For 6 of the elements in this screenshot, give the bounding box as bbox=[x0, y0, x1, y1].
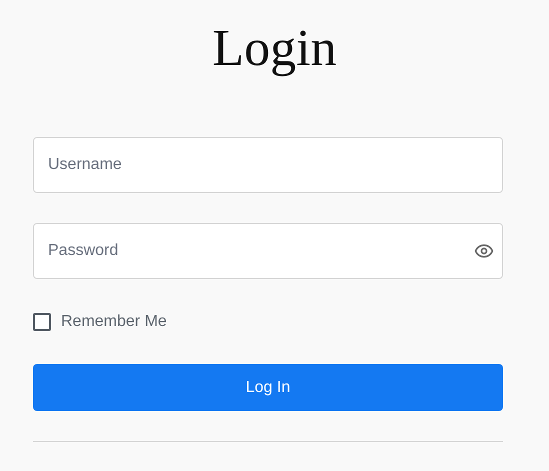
username-field[interactable]: Username bbox=[33, 137, 503, 193]
remember-checkbox[interactable] bbox=[33, 313, 51, 331]
login-button[interactable]: Log In bbox=[33, 364, 503, 411]
remember-label[interactable]: Remember Me bbox=[61, 310, 167, 334]
password-field[interactable]: Password bbox=[33, 223, 503, 279]
page-title: Login bbox=[212, 23, 337, 75]
